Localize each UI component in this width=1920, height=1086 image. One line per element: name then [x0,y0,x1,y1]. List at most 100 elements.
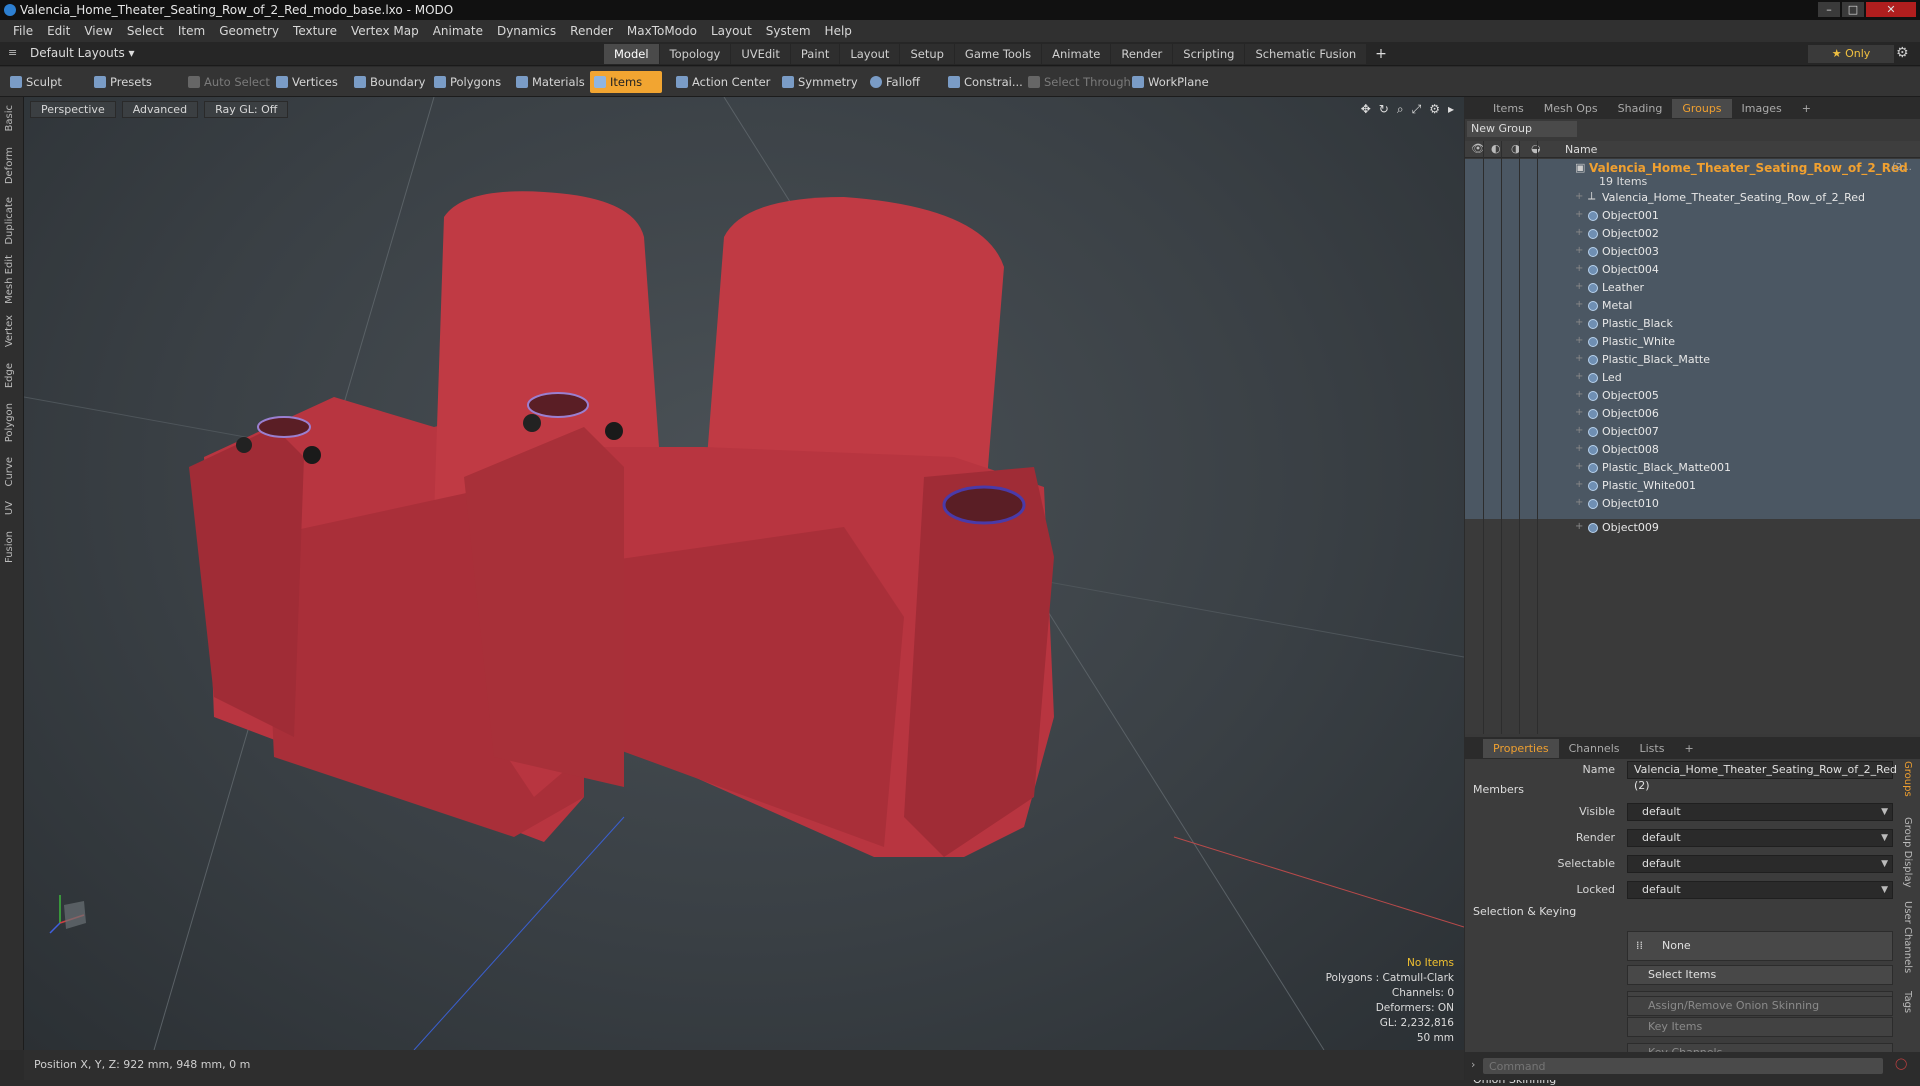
tree-item[interactable]: + Leather [1465,279,1920,297]
falloff-button[interactable]: Falloff [866,71,926,93]
raygl-toggle-button[interactable]: Ray GL: Off [204,101,289,118]
name-column-header[interactable]: Name [1565,143,1597,156]
tree-item[interactable]: + ⟂ Valencia_Home_Theater_Seating_Row_of_2… [1465,189,1920,207]
select-items-button[interactable]: Select Items [1627,965,1893,985]
tree-item[interactable]: + Object006 [1465,405,1920,423]
close-button[interactable]: ✕ [1866,2,1916,17]
tab-groups[interactable]: Groups [1672,98,1732,118]
layout-menu-icon[interactable]: ≡ [8,46,17,59]
tab-render[interactable]: Render [1111,44,1173,64]
vertices-button[interactable]: Vertices [272,71,344,93]
tab-uv[interactable]: UV [4,501,15,515]
tab-layout[interactable]: Layout [840,44,900,64]
new-group-button[interactable]: New Group [1467,121,1577,137]
tab-mesh-edit[interactable]: Mesh Edit [4,255,15,304]
tab-lists[interactable]: Lists [1630,739,1675,758]
menu-view[interactable]: View [77,24,119,38]
tree-item[interactable]: + Plastic_White [1465,333,1920,351]
menu-animate[interactable]: Animate [426,24,490,38]
menu-item[interactable]: Item [171,24,212,38]
menu-texture[interactable]: Texture [286,24,344,38]
tab-game-tools[interactable]: Game Tools [954,44,1042,64]
workplane-button[interactable]: WorkPlane [1128,71,1215,93]
zoom-icon[interactable]: ⌕ [1397,102,1404,117]
tab-fusion[interactable]: Fusion [4,531,15,563]
rotate-icon[interactable]: ↻ [1379,102,1389,117]
menu-system[interactable]: System [759,24,818,38]
polygons-button[interactable]: Polygons [430,71,507,93]
lock-icon[interactable]: ◒ [1531,142,1541,155]
menu-help[interactable]: Help [818,24,859,38]
tab-duplicate[interactable]: Duplicate [4,197,15,245]
side-tab-group-display[interactable]: Group Display [1902,817,1913,887]
tab-animate[interactable]: Animate [1042,44,1111,64]
tab-polygon[interactable]: Polygon [4,403,15,442]
tab-setup[interactable]: Setup [900,44,954,64]
tree-item[interactable]: + Object003 [1465,243,1920,261]
menu-maxtomodo[interactable]: MaxToModo [620,24,704,38]
viewport-expand-icon[interactable]: ▸ [1448,102,1454,117]
menu-dynamics[interactable]: Dynamics [490,24,563,38]
group-row[interactable]: ▣ Valencia_Home_Theater_Seating_Row_of_2… [1465,159,1920,189]
materials-button[interactable]: Materials [512,71,591,93]
pan-icon[interactable]: ✥ [1361,102,1371,117]
maximize-button[interactable]: □ [1842,2,1864,17]
select-through-button[interactable]: Select Through [1024,71,1137,93]
none-selection-button[interactable]: ⁞⁞ None [1627,931,1893,961]
auto-select-button[interactable]: Auto Select [184,71,276,93]
tree-item[interactable]: + Plastic_White001 [1465,477,1920,495]
menu-edit[interactable]: Edit [40,24,77,38]
tab-deform[interactable]: Deform [4,147,15,184]
name-field[interactable]: Valencia_Home_Theater_Seating_Row_of_2_R… [1627,761,1897,792]
action-center-button[interactable]: Action Center [672,71,776,93]
boundary-button[interactable]: Boundary [350,71,431,93]
render-dropdown[interactable]: default ▼ [1627,829,1893,847]
visible-dropdown[interactable]: default ▼ [1627,803,1893,821]
menu-layout[interactable]: Layout [704,24,759,38]
add-panel-tab-plus-icon[interactable]: + [1792,99,1821,118]
tab-channels[interactable]: Channels [1559,739,1630,758]
tab-model[interactable]: Model [604,44,659,64]
tab-images[interactable]: Images [1732,99,1792,118]
add-tab-plus-icon[interactable]: + [1367,44,1395,64]
tab-basic[interactable]: Basic [4,105,15,131]
tab-properties[interactable]: Properties [1483,738,1559,758]
tab-uvedit[interactable]: UVEdit [731,44,790,64]
command-input[interactable] [1483,1058,1883,1074]
tab-scripting[interactable]: Scripting [1173,44,1245,64]
viewport-settings-icon[interactable]: ⚙ [1429,102,1440,117]
locked-dropdown[interactable]: default ▼ [1627,881,1893,899]
only-toggle-button[interactable]: ★ Only [1808,45,1894,63]
tree-item[interactable]: + Object001 [1465,207,1920,225]
minimize-button[interactable]: – [1818,2,1840,17]
tree-item[interactable]: + Metal [1465,297,1920,315]
constraints-button[interactable]: Constrai... [944,71,1029,93]
tree-item[interactable]: + Led [1465,369,1920,387]
tab-mesh-ops[interactable]: Mesh Ops [1534,99,1608,118]
tree-item[interactable]: + Object007 [1465,423,1920,441]
menu-geometry[interactable]: Geometry [212,24,286,38]
tab-items[interactable]: Items [1483,99,1534,118]
3d-viewport[interactable]: Perspective Advanced Ray GL: Off ✥ ↻ ⌕ ⤢… [24,97,1464,1050]
members-section-header[interactable]: Members [1473,783,1524,796]
view-mode-perspective-button[interactable]: Perspective [30,101,116,118]
tree-item[interactable]: + Object010 [1465,495,1920,513]
menu-render[interactable]: Render [563,24,620,38]
advanced-shading-button[interactable]: Advanced [121,101,199,118]
tree-item[interactable]: + Object009 [1465,519,1920,537]
tree-item[interactable]: + Object005 [1465,387,1920,405]
items-button[interactable]: Items [590,71,662,93]
tab-paint[interactable]: Paint [790,44,840,64]
menu-vertex-map[interactable]: Vertex Map [344,24,426,38]
tree-item[interactable]: + Object002 [1465,225,1920,243]
tab-schematic-fusion[interactable]: Schematic Fusion [1245,44,1367,64]
tree-item[interactable]: + Plastic_Black [1465,315,1920,333]
selectable-dropdown[interactable]: default ▼ [1627,855,1893,873]
tree-item[interactable]: + Plastic_Black_Matte [1465,351,1920,369]
tab-edge[interactable]: Edge [4,363,15,388]
assign-remove-onion-skinning-button[interactable]: Assign/Remove Onion Skinning [1627,996,1893,1016]
gear-icon[interactable]: ⚙ [1896,45,1909,61]
tree-item[interactable]: + Object008 [1465,441,1920,459]
fit-icon[interactable]: ⤢ [1412,102,1422,117]
sculpt-button[interactable]: Sculpt [6,71,68,93]
